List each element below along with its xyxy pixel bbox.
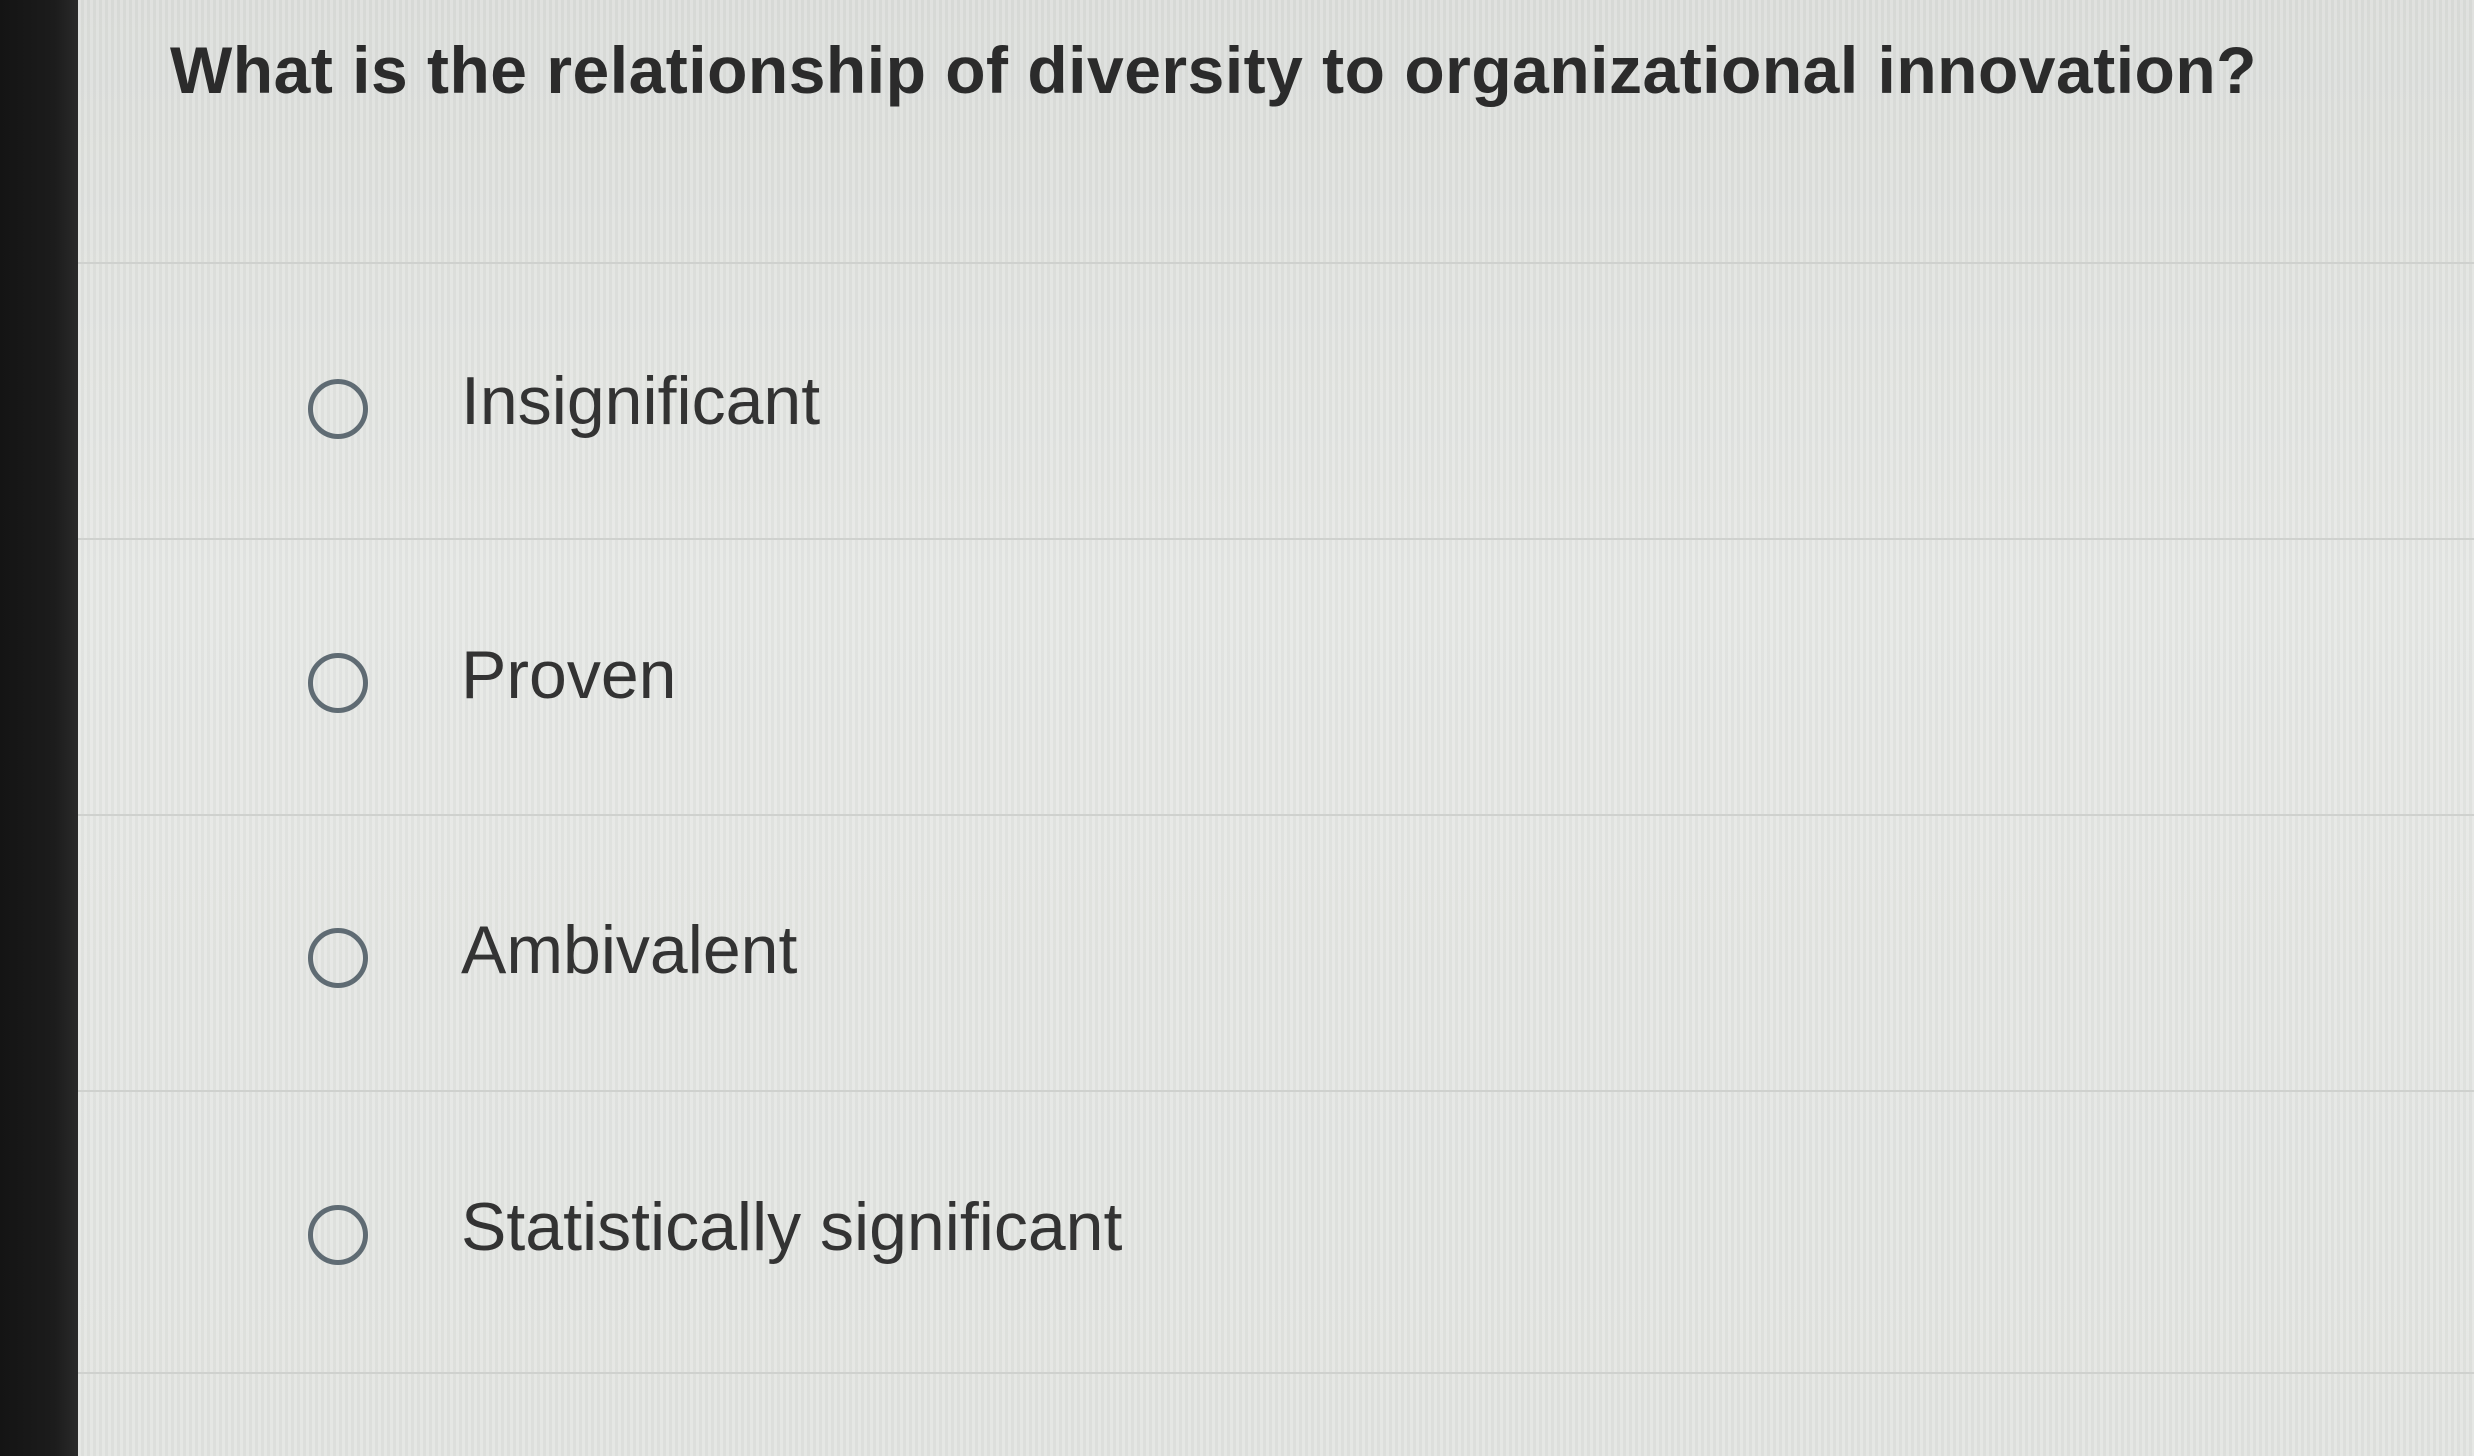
- answer-option-label[interactable]: Ambivalent: [461, 911, 797, 989]
- radio-button-icon[interactable]: [308, 928, 368, 988]
- answer-option-label[interactable]: Statistically significant: [461, 1188, 1122, 1266]
- question-area: What is the relationship of diversity to…: [78, 0, 2474, 262]
- answer-option-label[interactable]: Proven: [461, 636, 676, 714]
- screen-bezel: [0, 0, 78, 1456]
- divider: [78, 1372, 2474, 1374]
- question-text: What is the relationship of diversity to…: [170, 33, 2257, 107]
- radio-button-icon[interactable]: [308, 653, 368, 713]
- answer-option-label[interactable]: Insignificant: [461, 362, 820, 440]
- radio-button-icon[interactable]: [308, 379, 368, 439]
- answer-option-ambivalent[interactable]: Ambivalent: [78, 816, 2474, 1088]
- answer-option-insignificant[interactable]: Insignificant: [78, 264, 2474, 536]
- radio-button-icon[interactable]: [308, 1205, 368, 1265]
- answer-option-proven[interactable]: Proven: [78, 540, 2474, 812]
- quiz-screen: What is the relationship of diversity to…: [78, 0, 2474, 1456]
- answer-option-statistically-significant[interactable]: Statistically significant: [78, 1092, 2474, 1364]
